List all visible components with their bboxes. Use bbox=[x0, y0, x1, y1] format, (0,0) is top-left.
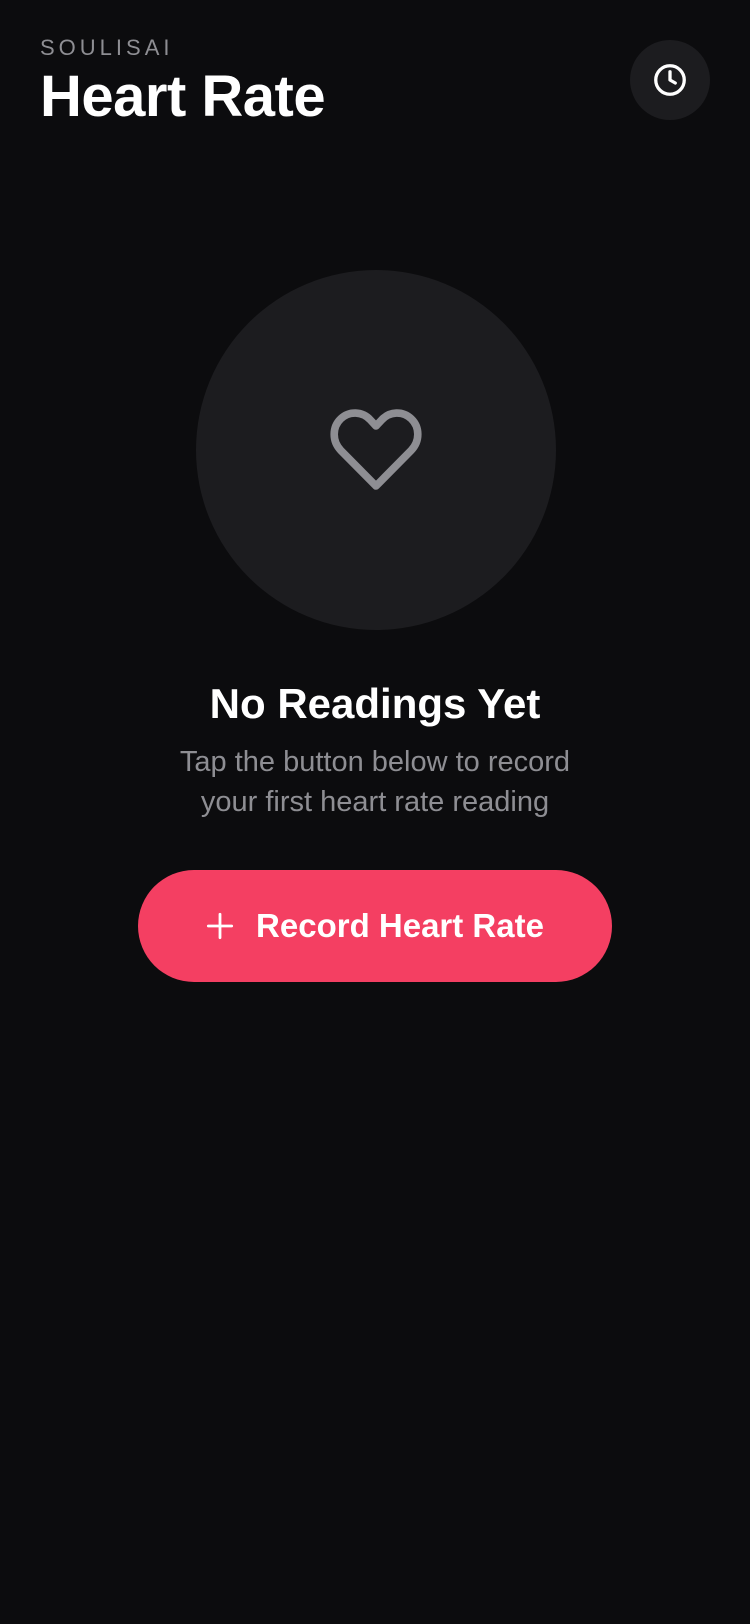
heart-outline-icon bbox=[330, 409, 422, 490]
record-heart-rate-button[interactable]: Record Heart Rate bbox=[138, 870, 612, 982]
page-header: SOULISAI Heart Rate bbox=[40, 34, 326, 132]
empty-state-title: No Readings Yet bbox=[209, 680, 541, 727]
clock-icon bbox=[654, 64, 686, 96]
empty-state-subtitle-line2: your first heart rate reading bbox=[200, 786, 550, 818]
plus-icon bbox=[206, 912, 234, 940]
record-button-label: Record Heart Rate bbox=[256, 907, 544, 944]
empty-state-subtitle-line1: Tap the button below to record bbox=[179, 746, 571, 778]
brand-label: SOULISAI bbox=[40, 35, 174, 60]
empty-state-subtitle: Tap the button below to record your firs… bbox=[0, 742, 750, 822]
empty-state-illustration bbox=[196, 270, 556, 630]
page-title: Heart Rate bbox=[40, 64, 326, 129]
history-button[interactable] bbox=[630, 40, 710, 120]
